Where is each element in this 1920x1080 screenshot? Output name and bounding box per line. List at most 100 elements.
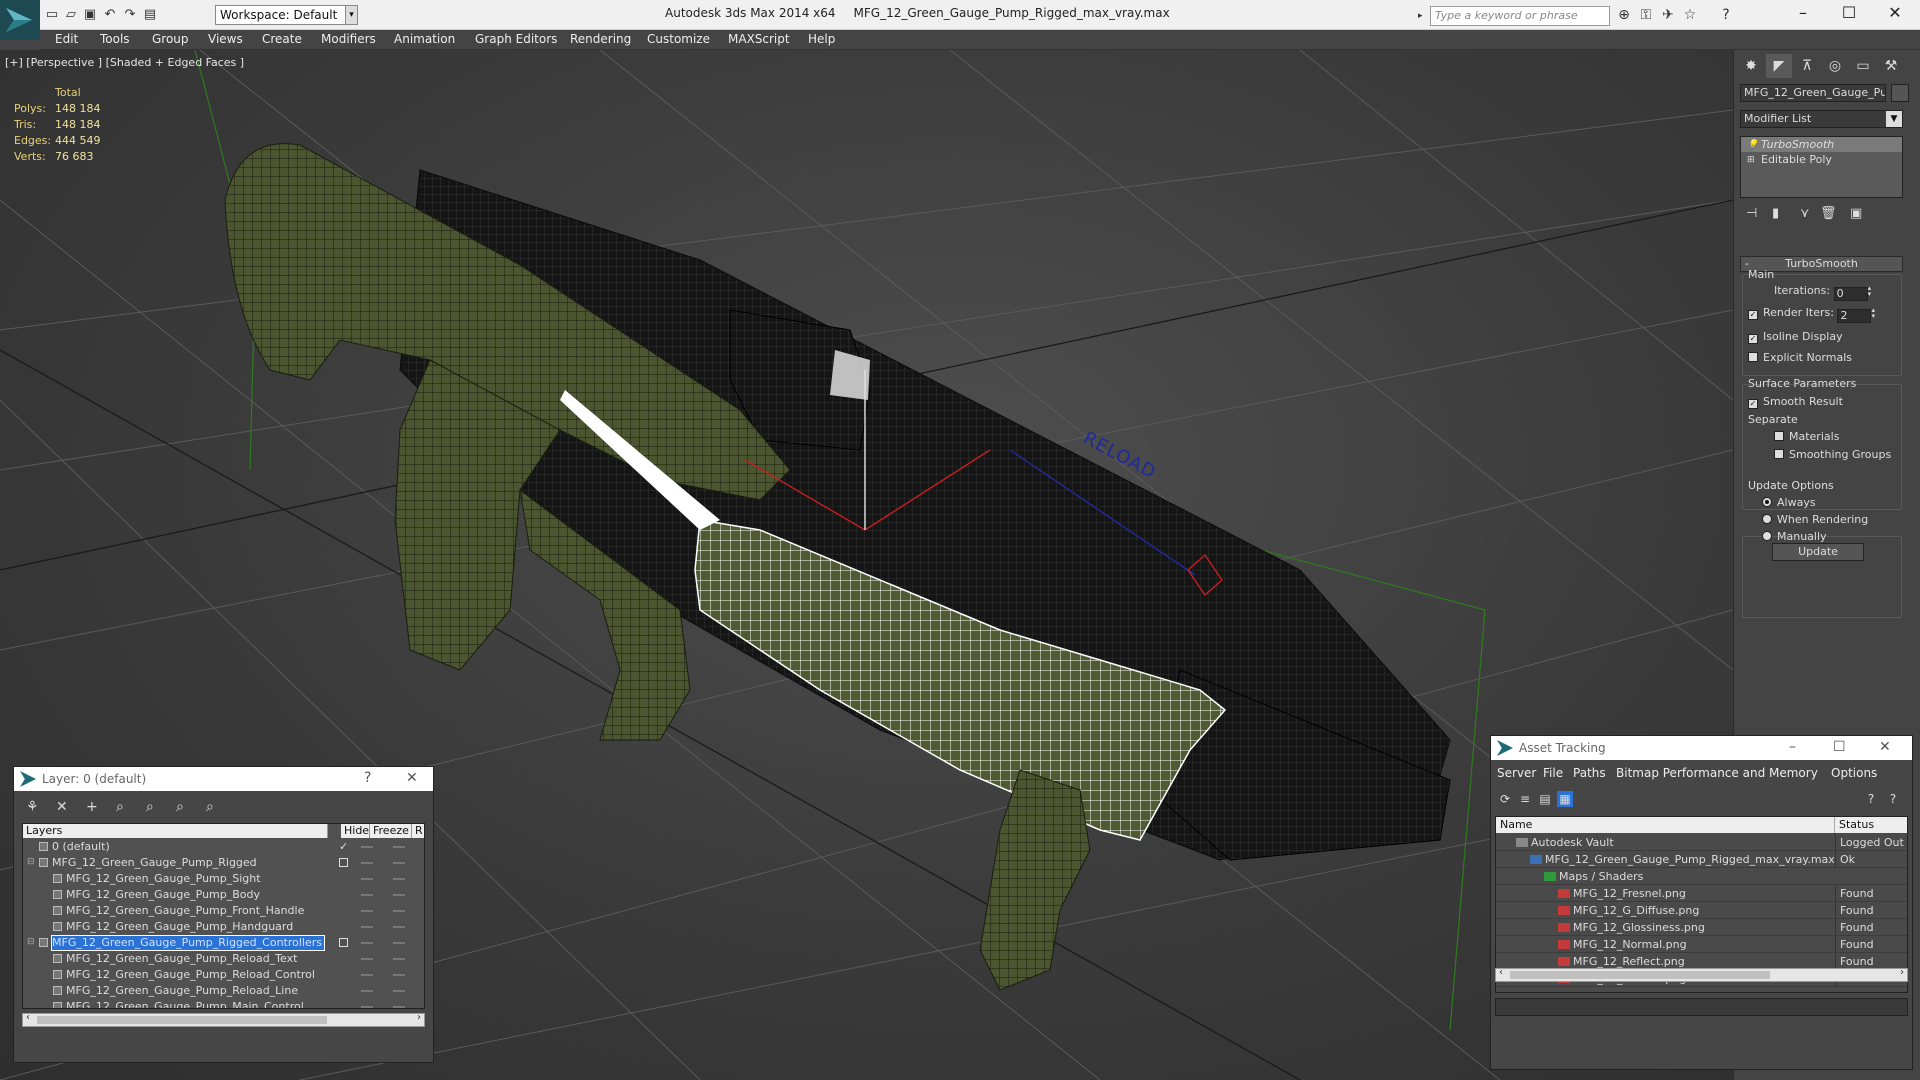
layer-name[interactable]: MFG_12_Green_Gauge_Pump_Reload_Text [66, 952, 299, 966]
show-end-result-icon[interactable]: ▮ [1772, 206, 1779, 221]
asset-row[interactable]: Autodesk Vault Logged Out ... [1496, 834, 1907, 851]
freeze-toggle[interactable] [393, 926, 405, 928]
save-file-icon[interactable]: ▣ [82, 7, 98, 23]
freeze-toggle[interactable] [393, 990, 405, 992]
thumbnail-view-icon[interactable]: ▤ [1537, 791, 1553, 807]
column-header-hide[interactable]: Hide [341, 824, 370, 838]
motion-tab-icon[interactable]: ◎ [1822, 54, 1848, 78]
freeze-toggle[interactable] [393, 862, 405, 864]
collapse-icon[interactable]: ⊟ [27, 855, 35, 870]
modifier-list-dropdown[interactable]: Modifier List ▼ [1740, 110, 1903, 128]
asset-menu-file[interactable]: File [1543, 766, 1563, 780]
layer-name[interactable]: MFG_12_Green_Gauge_Pump_Handguard [66, 920, 295, 934]
freeze-toggle[interactable] [393, 958, 405, 960]
object-name-field[interactable]: MFG_12_Green_Gauge_Pump [1740, 84, 1886, 102]
menu-graph-editors[interactable]: Graph Editors [475, 32, 557, 46]
object-color-swatch[interactable] [1891, 84, 1909, 102]
modify-tab-icon[interactable]: ◤ [1766, 54, 1792, 78]
column-header-freeze[interactable]: Freeze [370, 824, 412, 838]
communication-icon[interactable]: ✈ [1658, 6, 1678, 24]
menu-animation[interactable]: Animation [394, 32, 455, 46]
hide-toggle[interactable] [361, 910, 373, 912]
layer-row[interactable]: 0 (default) ✓ [23, 839, 424, 855]
asset-menu-bitmap-performance[interactable]: Bitmap Performance and Memory [1616, 766, 1818, 780]
add-selected-icon[interactable]: + [86, 799, 98, 815]
hide-toggle[interactable] [361, 862, 373, 864]
binoculars-icon[interactable]: ⊕ [1614, 6, 1634, 24]
scrollbar-thumb[interactable] [37, 1016, 327, 1024]
hide-toggle[interactable] [361, 878, 373, 880]
workspace-menu-button[interactable]: ▾ [345, 5, 358, 25]
delete-layer-icon[interactable]: ✕ [56, 799, 68, 815]
scroll-left-icon[interactable]: ‹ [26, 1012, 30, 1023]
smooth-result-checkbox[interactable]: ✓ [1748, 399, 1758, 409]
menu-views[interactable]: Views [208, 32, 243, 46]
asset-row[interactable]: MFG_12_Fresnel.png Found [1496, 885, 1907, 902]
hide-toggle[interactable] [361, 958, 373, 960]
minimize-button[interactable]: – [1780, 0, 1826, 28]
layer-row[interactable]: ⊟ MFG_12_Green_Gauge_Pump_Rigged_Controll… [23, 935, 424, 951]
asset-horizontal-scrollbar[interactable]: ‹ › [1495, 967, 1908, 982]
utilities-tab-icon[interactable]: ⚒ [1878, 54, 1904, 78]
spinner-arrows-icon[interactable]: ▴ ▾ [1871, 307, 1879, 320]
options-help-icon[interactable]: ? [1885, 791, 1901, 807]
table-view-icon[interactable]: ▦ [1557, 791, 1573, 807]
layer-name[interactable]: 0 (default) [52, 840, 112, 854]
freeze-all-layers-icon[interactable]: ⌕ [206, 799, 214, 815]
column-header-layers[interactable]: Layers [23, 824, 328, 838]
explicit-normals-checkbox[interactable] [1748, 352, 1758, 362]
subscription-icon[interactable]: ⚿ [1636, 6, 1656, 24]
freeze-toggle[interactable] [393, 1006, 405, 1008]
list-view-icon[interactable]: ≡ [1517, 791, 1533, 807]
refresh-icon[interactable]: ⟳ [1497, 791, 1513, 807]
column-header-render[interactable]: R [412, 824, 424, 838]
stack-item-editable-poly[interactable]: ⊞ Editable Poly [1741, 152, 1902, 167]
lightbulb-icon[interactable]: 💡 [1747, 138, 1758, 153]
stack-item-turbosmooth[interactable]: 💡 TurboSmooth [1741, 137, 1902, 152]
layer-name[interactable]: MFG_12_Green_Gauge_Pump_Sight [66, 872, 263, 886]
hide-all-layers-icon[interactable]: ⌕ [176, 799, 184, 815]
asset-row[interactable]: Maps / Shaders [1496, 868, 1907, 885]
hide-toggle[interactable] [361, 990, 373, 992]
layer-row[interactable]: MFG_12_Green_Gauge_Pump_Reload_Text [23, 951, 424, 967]
freeze-toggle[interactable] [393, 878, 405, 880]
undo-icon[interactable]: ↶ [102, 7, 118, 23]
viewport-label[interactable]: [+] [Perspective ] [Shaded + Edged Faces… [5, 56, 244, 69]
layer-name[interactable]: MFG_12_Green_Gauge_Pump_Main_Control [66, 1000, 306, 1008]
highlight-layer-icon[interactable]: ⌕ [146, 799, 154, 815]
render-iters-checkbox[interactable]: ✓ [1748, 310, 1758, 320]
set-active-layer-box[interactable] [339, 938, 348, 947]
freeze-toggle[interactable] [393, 974, 405, 976]
always-radio[interactable] [1762, 497, 1772, 507]
layer-row[interactable]: MFG_12_Green_Gauge_Pump_Reload_Line [23, 983, 424, 999]
search-input[interactable]: Type a keyword or phrase [1430, 6, 1610, 26]
smoothing-groups-checkbox[interactable] [1774, 449, 1784, 459]
layer-row[interactable]: MFG_12_Green_Gauge_Pump_Main_Control [23, 999, 424, 1008]
iterations-spinner[interactable]: 0 [1833, 287, 1868, 301]
layer-name[interactable]: MFG_12_Green_Gauge_Pump_Rigged [52, 856, 259, 870]
freeze-toggle[interactable] [393, 942, 405, 944]
menu-help[interactable]: Help [808, 32, 835, 46]
scrollbar-thumb[interactable] [1510, 971, 1770, 979]
hide-toggle[interactable] [361, 894, 373, 896]
isoline-display-checkbox[interactable]: ✓ [1748, 334, 1758, 344]
help-icon[interactable]: ? [1863, 791, 1879, 807]
configure-sets-icon[interactable]: ▣ [1850, 206, 1862, 221]
layer-row[interactable]: ⊟ MFG_12_Green_Gauge_Pump_Rigged [23, 855, 424, 871]
materials-checkbox[interactable] [1774, 431, 1784, 441]
set-active-layer-box[interactable] [339, 858, 348, 867]
menu-modifiers[interactable]: Modifiers [321, 32, 376, 46]
hide-toggle[interactable] [361, 926, 373, 928]
hide-toggle[interactable] [361, 974, 373, 976]
menu-rendering[interactable]: Rendering [570, 32, 631, 46]
scroll-left-icon[interactable]: ‹ [1499, 967, 1503, 978]
spinner-arrows-icon[interactable]: ▴ ▾ [1868, 285, 1876, 298]
make-unique-icon[interactable]: ⋎ [1800, 206, 1810, 221]
asset-path-field[interactable] [1495, 998, 1908, 1016]
search-expand-icon[interactable]: ▸ [1418, 6, 1430, 26]
update-button[interactable]: Update [1772, 543, 1864, 561]
column-header-status[interactable]: Status [1835, 817, 1907, 833]
close-button[interactable]: ✕ [1872, 0, 1918, 28]
hierarchy-tab-icon[interactable]: ⊼ [1794, 54, 1820, 78]
help-icon[interactable]: ? [1716, 6, 1736, 24]
